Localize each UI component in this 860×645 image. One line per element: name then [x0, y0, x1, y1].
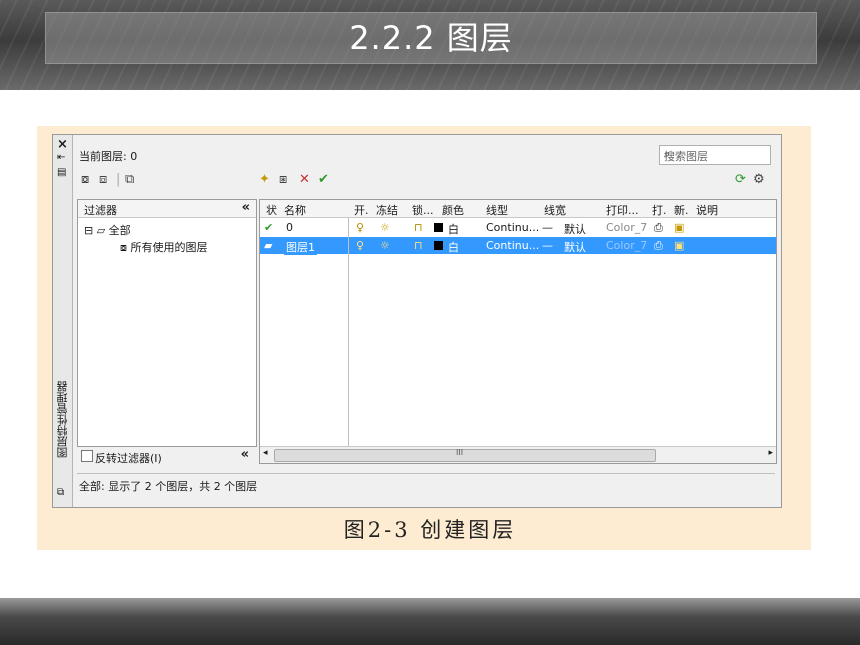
layer-states-manager-icon[interactable]: ⧉	[125, 172, 134, 187]
search-layer-input[interactable]: 搜索图层 ⌕	[659, 145, 771, 165]
layer-name-editing[interactable]: 图层1	[284, 239, 317, 255]
layer-list: 状 名称 开. 冻结 锁... 颜色 线型 线宽 打印... 打. 新. 说明 …	[259, 199, 777, 464]
sun-thaw-icon[interactable]: ☼	[380, 239, 390, 252]
color-swatch[interactable]	[434, 239, 443, 252]
col-name[interactable]: 名称	[284, 202, 306, 218]
bulb-on-icon[interactable]: ♀	[356, 221, 364, 234]
top-banner: 2.2.2 图层	[0, 0, 860, 90]
tree-node-all-label: 全部	[108, 224, 131, 237]
tree-node-used-layers[interactable]: ⧇ 所有使用的图层	[120, 239, 208, 255]
layer-row-0[interactable]: ✔ 0 ♀ ☼ ⊓ 白 Continu... — 默认 Color_7 ⎙ ▣	[260, 219, 776, 236]
lineweight-line-icon: —	[542, 239, 553, 252]
properties-icon[interactable]: ▤	[57, 167, 66, 178]
scroll-left-icon[interactable]: ◂	[263, 448, 268, 458]
plot-style-value[interactable]: Color_7	[606, 221, 647, 234]
expand-icon[interactable]: «	[241, 447, 249, 462]
col-new-vp-freeze[interactable]: 新.	[674, 202, 689, 218]
status-bar: 全部: 显示了 2 个图层，共 2 个图层	[77, 473, 775, 494]
new-vp-freeze-icon[interactable]: ▣	[674, 221, 684, 234]
name-column-divider	[348, 217, 349, 447]
plot-style-value[interactable]: Color_7	[606, 239, 647, 252]
col-lock[interactable]: 锁...	[412, 202, 434, 218]
refresh-icon[interactable]: ⟳	[735, 172, 746, 187]
invert-filter[interactable]: 反转过滤器(I) «	[77, 447, 255, 465]
invert-filter-label: 反转过滤器(I)	[95, 452, 162, 465]
col-on[interactable]: 开.	[354, 202, 369, 218]
invert-filter-checkbox[interactable]	[81, 450, 93, 462]
lineweight-line-icon: —	[542, 221, 553, 234]
printer-icon[interactable]: ⎙	[654, 221, 663, 235]
close-icon[interactable]: ×	[57, 137, 68, 152]
figure-caption: 图2-3 创建图层	[343, 518, 517, 542]
new-property-filter-icon[interactable]: ⧇	[81, 172, 89, 187]
toolbar-divider: |	[116, 172, 121, 187]
search-icon[interactable]: ⌕	[664, 147, 767, 161]
lineweight-value[interactable]: 默认	[564, 221, 586, 237]
filter-header: 过滤器 «	[78, 200, 256, 218]
linetype-value[interactable]: Continu...	[486, 221, 539, 234]
filter-header-label: 过滤器	[84, 204, 117, 217]
scroll-thumb[interactable]	[274, 449, 656, 462]
palette-title: 图层特性管理器	[56, 381, 69, 458]
horizontal-scrollbar[interactable]: ◂ III ▸	[260, 446, 776, 463]
col-plot-style[interactable]: 打印...	[606, 202, 639, 218]
layer-status-icon: ▰	[264, 239, 273, 252]
color-swatch[interactable]	[434, 221, 443, 234]
scroll-grip: III	[456, 448, 464, 457]
set-current-icon[interactable]: ✔	[318, 172, 329, 187]
tree-node-all[interactable]: ⊟ ▱ 全部	[84, 222, 131, 238]
col-color[interactable]: 颜色	[442, 202, 464, 218]
tree-node-used-label: 所有使用的图层	[130, 241, 208, 254]
col-status[interactable]: 状	[266, 202, 277, 218]
bulb-on-icon[interactable]: ♀	[356, 239, 364, 252]
autohide-icon[interactable]: ⇤	[57, 152, 65, 163]
filter-tree-panel: 过滤器 « ⊟ ▱ 全部 ⧇ 所有使用的图层	[77, 199, 257, 447]
palette-side-strip: × ⇤ ▤ 图层特性管理器 ⧉	[53, 135, 73, 507]
current-layer-label: 当前图层: 0	[79, 150, 138, 163]
lineweight-value[interactable]: 默认	[564, 239, 586, 255]
status-text: 全部: 显示了 2 个图层，共 2 个图层	[79, 480, 258, 493]
linetype-value[interactable]: Continu...	[486, 239, 539, 252]
col-description[interactable]: 说明	[696, 202, 718, 218]
sun-thaw-icon[interactable]: ☼	[380, 221, 390, 234]
color-name[interactable]: 白	[448, 239, 459, 255]
layer-row-1[interactable]: ▰ 图层1 ♀ ☼ ⊓ 白 Continu... — 默认 Color_7 ⎙ …	[260, 237, 776, 255]
col-lineweight[interactable]: 线宽	[544, 202, 566, 218]
col-plot[interactable]: 打.	[652, 202, 667, 218]
slide-title: 2.2.2 图层	[349, 19, 513, 57]
new-layer-icon[interactable]: ✦	[259, 172, 270, 187]
col-freeze[interactable]: 冻结	[376, 202, 398, 218]
new-group-filter-icon[interactable]: ⧈	[99, 172, 107, 187]
new-vp-freeze-icon[interactable]: ▣	[674, 239, 684, 252]
layer-properties-manager: × ⇤ ▤ 图层特性管理器 ⧉ 当前图层: 0 搜索图层 ⌕ ⧇ ⧈ | ⧉ ✦…	[52, 134, 782, 508]
delete-layer-icon[interactable]: ✕	[299, 172, 310, 187]
col-linetype[interactable]: 线型	[486, 202, 508, 218]
new-layer-vp-frozen-icon[interactable]: ⧆	[279, 172, 287, 187]
current-layer-check-icon: ✔	[264, 221, 274, 234]
layer-name[interactable]: 0	[286, 221, 293, 234]
unlocked-icon[interactable]: ⊓	[414, 239, 423, 252]
column-header: 状 名称 开. 冻结 锁... 颜色 线型 线宽 打印... 打. 新. 说明	[260, 200, 776, 218]
layer-stack-icon: ⧉	[57, 487, 65, 498]
unlocked-icon[interactable]: ⊓	[414, 221, 423, 234]
printer-icon[interactable]: ⎙	[654, 239, 663, 253]
color-name[interactable]: 白	[448, 221, 459, 237]
settings-wrench-icon[interactable]: ⚙	[753, 172, 765, 187]
scroll-right-icon[interactable]: ▸	[768, 448, 773, 458]
title-bar: 2.2.2 图层	[45, 12, 817, 64]
bottom-band	[0, 598, 860, 645]
collapse-icon[interactable]: «	[242, 200, 250, 215]
